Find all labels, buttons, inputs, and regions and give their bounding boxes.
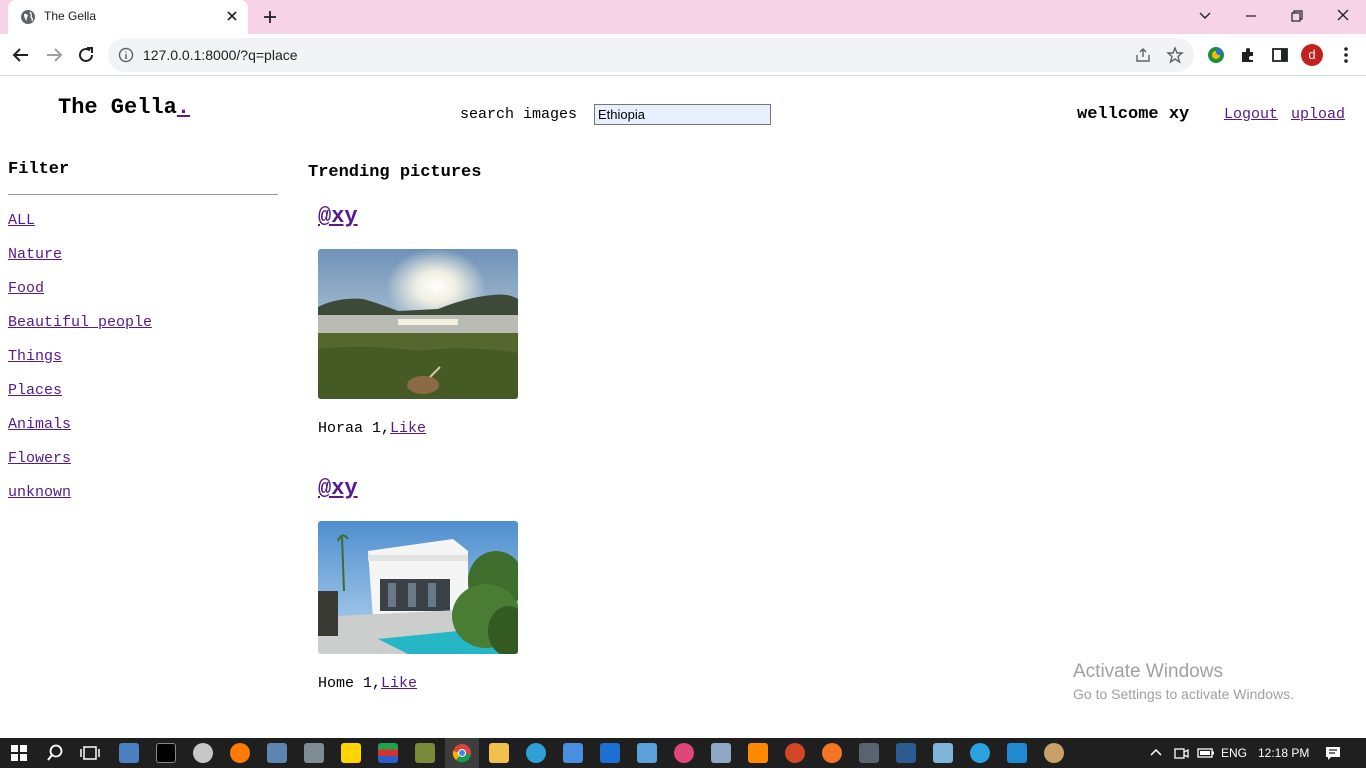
store-icon[interactable] [563, 743, 583, 763]
vlc-icon[interactable] [748, 743, 768, 763]
calculator-icon[interactable] [304, 743, 324, 763]
filter-link-unknown[interactable]: unknown [8, 484, 71, 501]
search-icon[interactable] [45, 743, 65, 763]
welcome-text: wellcome xy [1077, 105, 1190, 124]
vscode-icon[interactable] [1007, 743, 1027, 763]
tray-chevron-up-icon[interactable] [1146, 743, 1166, 763]
jupyter-icon[interactable] [822, 743, 842, 763]
sql-app-icon[interactable] [896, 743, 916, 763]
firefox-icon[interactable] [230, 743, 250, 763]
like-link[interactable]: Like [381, 675, 417, 692]
filter-link-places[interactable]: Places [8, 382, 62, 399]
tab-strip: The Gella [0, 0, 1366, 34]
bookmark-star-icon[interactable] [1166, 46, 1184, 64]
globe-extension-icon[interactable] [1206, 45, 1226, 65]
remote-desktop-icon[interactable] [637, 743, 657, 763]
upload-link[interactable]: upload [1291, 106, 1345, 123]
telegram-icon[interactable] [970, 743, 990, 763]
address-bar[interactable]: 127.0.0.1:8000/?q=place [108, 38, 1194, 72]
camera-app-icon[interactable] [119, 743, 139, 763]
post-photo-lake[interactable] [318, 249, 518, 399]
minimize-icon[interactable] [1240, 6, 1262, 26]
post-caption-text: Home 1, [318, 675, 382, 692]
chrome-icon[interactable] [452, 743, 472, 763]
notifications-icon[interactable] [1323, 743, 1343, 763]
tab-search-chevron-icon[interactable] [1194, 6, 1216, 26]
new-tab-icon[interactable] [260, 7, 280, 27]
search-label: search images [460, 106, 578, 123]
game-app-icon[interactable] [415, 743, 435, 763]
clock-app-icon[interactable] [193, 743, 213, 763]
globe-icon [21, 10, 35, 24]
terminal-icon[interactable] [156, 743, 176, 763]
notepad-icon[interactable] [711, 743, 731, 763]
filter-link-flowers[interactable]: Flowers [8, 450, 71, 467]
file-explorer-icon[interactable] [489, 743, 509, 763]
filter-link-beautiful-people[interactable]: Beautiful people [8, 314, 152, 331]
clock-time[interactable]: 12:18 PM [1258, 746, 1309, 760]
battery-icon[interactable] [1196, 743, 1216, 763]
post-caption: Home 1,Like [318, 675, 417, 692]
brand-name: The Gella [58, 95, 177, 120]
trending-title: Trending pictures [308, 163, 482, 182]
paint-palette-icon[interactable] [1044, 743, 1064, 763]
post-caption-text: Horaa 1, [318, 420, 391, 437]
activate-windows-title: Activate Windows [1073, 661, 1223, 682]
restore-icon[interactable] [1286, 6, 1308, 26]
meet-now-icon[interactable] [1171, 743, 1191, 763]
brand-home-link[interactable]: . [177, 95, 190, 120]
task-view-icon[interactable] [80, 743, 100, 763]
like-link[interactable]: Like [390, 420, 426, 437]
profile-avatar[interactable]: d [1301, 44, 1323, 66]
photos-app-icon[interactable] [267, 743, 287, 763]
logout-link[interactable]: Logout [1224, 106, 1278, 123]
site-brand: The Gella. [58, 95, 190, 120]
winrar-icon[interactable] [378, 743, 398, 763]
filter-link-things[interactable]: Things [8, 348, 62, 365]
notes-app-icon[interactable] [933, 743, 953, 763]
puzzle-extensions-icon[interactable] [1238, 45, 1258, 65]
kebab-menu-icon[interactable] [1336, 45, 1356, 65]
filter-divider [8, 194, 278, 195]
search-input[interactable] [594, 104, 771, 125]
close-window-icon[interactable] [1332, 6, 1354, 26]
post-user-link[interactable]: @xy [318, 476, 358, 501]
page-content: The Gella. search images wellcome xy Log… [0, 77, 1366, 738]
browser-tab[interactable]: The Gella [8, 0, 248, 34]
reload-icon[interactable] [75, 44, 97, 66]
filter-title: Filter [8, 160, 70, 179]
close-tab-icon[interactable] [223, 7, 241, 25]
post-user-link[interactable]: @xy [318, 204, 358, 229]
back-arrow-icon[interactable] [10, 44, 32, 66]
filter-link-animals[interactable]: Animals [8, 416, 71, 433]
post-caption: Horaa 1,Like [318, 420, 426, 437]
side-panel-icon[interactable] [1270, 45, 1290, 65]
share-icon[interactable] [1134, 46, 1152, 64]
paint-drop-icon[interactable] [674, 743, 694, 763]
windows-start-icon[interactable] [9, 743, 29, 763]
windows-taskbar: ENG 12:18 PM [0, 738, 1366, 768]
sticky-notes-icon[interactable] [341, 743, 361, 763]
device-app-icon[interactable] [859, 743, 879, 763]
post-photo-house[interactable] [318, 521, 518, 654]
edge-icon[interactable] [526, 743, 546, 763]
forward-arrow-icon[interactable] [43, 44, 65, 66]
url-text[interactable]: 127.0.0.1:8000/?q=place [143, 47, 298, 63]
tab-title: The Gella [44, 9, 97, 23]
browser-toolbar: 127.0.0.1:8000/?q=place d [0, 34, 1366, 76]
powerpoint-icon[interactable] [785, 743, 805, 763]
activate-windows-subtitle: Go to Settings to activate Windows. [1073, 686, 1294, 702]
filter-link-nature[interactable]: Nature [8, 246, 62, 263]
language-indicator[interactable]: ENG [1221, 746, 1247, 760]
filter-link-all[interactable]: ALL [8, 212, 35, 229]
mail-icon[interactable] [600, 743, 620, 763]
filter-link-food[interactable]: Food [8, 280, 44, 297]
info-icon[interactable] [118, 47, 134, 63]
